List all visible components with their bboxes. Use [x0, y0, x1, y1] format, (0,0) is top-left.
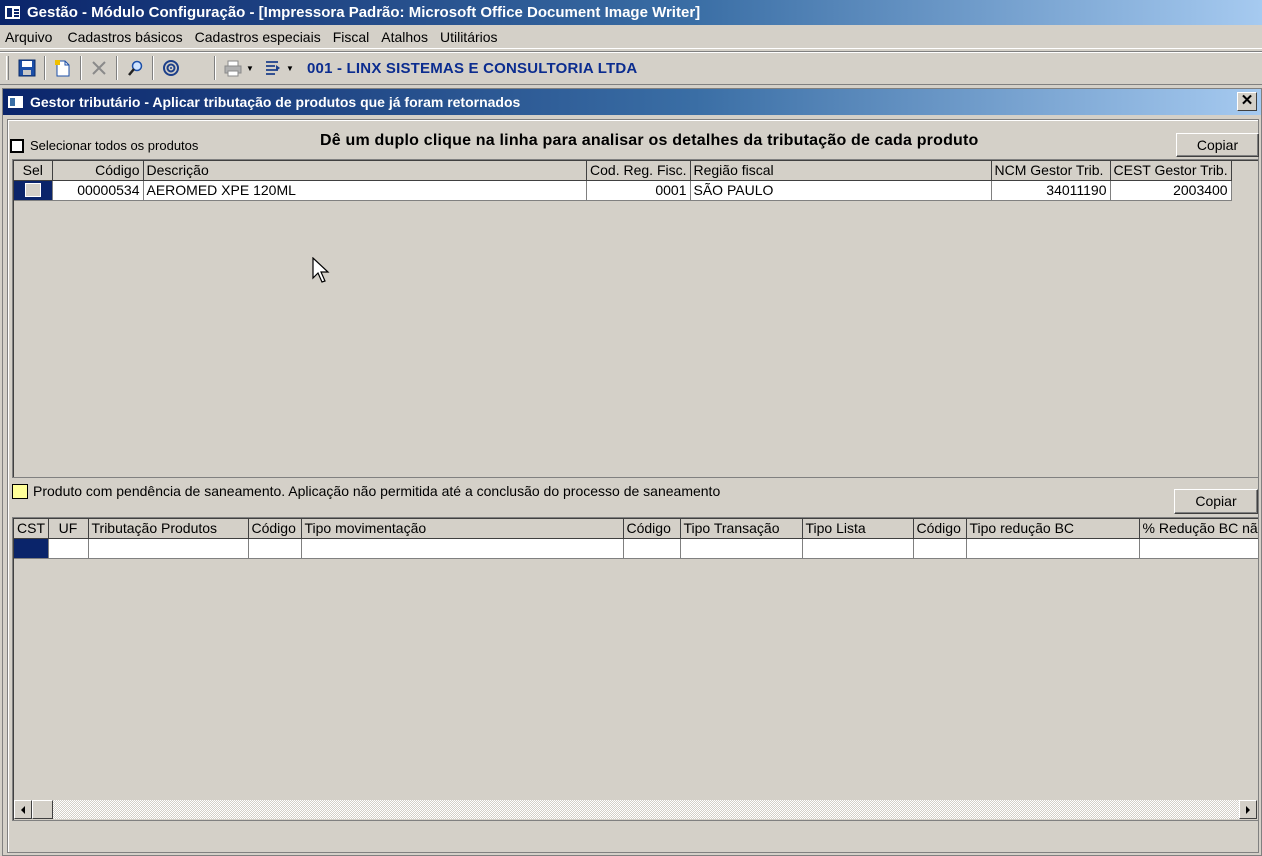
row-select-cell[interactable]	[14, 180, 53, 201]
cell-tipo-transacao[interactable]	[680, 538, 803, 559]
col-ncm[interactable]: NCM Gestor Trib.	[991, 161, 1111, 181]
search-button[interactable]	[123, 56, 147, 80]
col-tipo-transacao[interactable]: Tipo Transação	[680, 519, 803, 539]
copy-button-bottom[interactable]: Copiar	[1174, 489, 1258, 514]
app-icon	[4, 5, 21, 20]
new-document-icon	[55, 60, 70, 77]
menu-bar: Arquivo Cadastros básicos Cadastros espe…	[0, 25, 1262, 49]
legend: Produto com pendência de saneamento. Apl…	[12, 483, 720, 499]
cell-cod-reg-fisc[interactable]: 0001	[586, 180, 691, 201]
select-all-checkbox[interactable]	[10, 138, 24, 153]
print-button[interactable]	[221, 56, 245, 80]
cell-codigo[interactable]: 00000534	[52, 180, 144, 201]
col-uf[interactable]: UF	[48, 519, 89, 539]
mouse-cursor-icon	[312, 257, 330, 283]
products-table: Sel Código Descrição Cod. Reg. Fisc. Reg…	[14, 161, 1232, 201]
delete-button[interactable]	[87, 56, 111, 80]
arrow-left-icon	[21, 805, 25, 814]
col-tipo-movimentacao[interactable]: Tipo movimentação	[301, 519, 624, 539]
col-cod-reg-fisc[interactable]: Cod. Reg. Fisc.	[586, 161, 691, 181]
app-title-bar[interactable]: Gestão - Módulo Configuração - [Impresso…	[0, 0, 1262, 25]
col-sel[interactable]: Sel	[14, 161, 53, 181]
col-codigo-2[interactable]: Código	[623, 519, 681, 539]
export-icon	[266, 61, 280, 75]
cell-tributacao-produtos[interactable]	[88, 538, 249, 559]
toolbar: ▼ ▼ 001 - LINX SISTEMAS E CONSULTORIA LT…	[0, 51, 1262, 85]
col-tipo-lista[interactable]: Tipo Lista	[802, 519, 914, 539]
instruction-text: Dê um duplo clique na linha para analisa…	[320, 132, 979, 149]
col-codigo-1[interactable]: Código	[248, 519, 302, 539]
form-icon	[7, 95, 24, 109]
menu-cadastros-basicos[interactable]: Cadastros básicos	[61, 25, 188, 49]
target-button[interactable]	[159, 56, 183, 80]
col-regiao-fiscal[interactable]: Região fiscal	[690, 161, 992, 181]
table-row[interactable]	[14, 538, 1258, 559]
cell-tipo-movimentacao[interactable]	[301, 538, 624, 559]
close-button[interactable]: ✕	[1237, 92, 1257, 111]
arrow-right-icon	[1246, 805, 1250, 814]
horizontal-scrollbar[interactable]	[14, 800, 1257, 819]
scroll-left-button[interactable]	[14, 800, 32, 819]
col-pct-reducao-bc[interactable]: % Redução BC não	[1139, 519, 1258, 539]
scroll-right-button[interactable]	[1239, 800, 1257, 819]
col-descricao[interactable]: Descrição	[143, 161, 587, 181]
cell-descricao[interactable]: AEROMED XPE 120ML	[143, 180, 587, 201]
products-grid[interactable]: Sel Código Descrição Cod. Reg. Fisc. Reg…	[12, 159, 1259, 478]
table-row[interactable]: 00000534 AEROMED XPE 120ML 0001 SÃO PAUL…	[14, 180, 1232, 201]
col-tipo-reducao-bc[interactable]: Tipo redução BC	[966, 519, 1140, 539]
toolbar-separator	[116, 56, 118, 80]
col-cst[interactable]: CST	[14, 519, 49, 539]
taxation-details-grid[interactable]: CST UF Tributação Produtos Código Tipo m…	[12, 517, 1259, 821]
toolbar-separator	[152, 56, 154, 80]
col-codigo[interactable]: Código	[52, 161, 144, 181]
menu-cadastros-especiais[interactable]: Cadastros especiais	[189, 25, 327, 49]
taxation-table: CST UF Tributação Produtos Código Tipo m…	[14, 519, 1258, 559]
col-codigo-3[interactable]: Código	[913, 519, 967, 539]
cell-regiao-fiscal[interactable]: SÃO PAULO	[690, 180, 992, 201]
cell-codigo-2[interactable]	[623, 538, 681, 559]
select-all-products[interactable]: Selecionar todos os produtos	[10, 138, 198, 153]
print-icon	[224, 60, 242, 77]
toolbar-separator	[80, 56, 82, 80]
window-title: Gestão - Módulo Configuração - [Impresso…	[27, 4, 701, 21]
save-icon	[18, 59, 36, 77]
legend-color-swatch	[12, 483, 28, 499]
cell-codigo-1[interactable]	[248, 538, 302, 559]
company-name: 001 - LINX SISTEMAS E CONSULTORIA LTDA	[307, 59, 638, 77]
col-cest[interactable]: CEST Gestor Trib.	[1110, 161, 1232, 181]
cell-tipo-reducao-bc[interactable]	[966, 538, 1140, 559]
new-button[interactable]	[51, 56, 75, 80]
taxation-header-row: CST UF Tributação Produtos Código Tipo m…	[14, 519, 1258, 539]
cell-ncm[interactable]: 34011190	[991, 180, 1111, 201]
export-button[interactable]	[261, 56, 285, 80]
cell-codigo-3[interactable]	[913, 538, 967, 559]
target-icon	[163, 60, 179, 76]
delete-icon	[92, 61, 106, 75]
toolbar-grip[interactable]	[6, 56, 9, 80]
cell-pct-reducao-bc[interactable]	[1139, 538, 1258, 559]
cell-cest[interactable]: 2003400	[1110, 180, 1232, 201]
cell-uf[interactable]	[48, 538, 89, 559]
menu-fiscal[interactable]: Fiscal	[327, 25, 376, 49]
scroll-thumb[interactable]	[32, 800, 53, 819]
menu-utilitarios[interactable]: Utilitários	[434, 25, 504, 49]
search-icon	[128, 60, 143, 76]
menu-atalhos[interactable]: Atalhos	[375, 25, 434, 49]
menu-arquivo[interactable]: Arquivo	[0, 25, 61, 49]
select-all-label: Selecionar todos os produtos	[30, 138, 199, 153]
cell-tipo-lista[interactable]	[802, 538, 914, 559]
copy-button-top[interactable]: Copiar	[1176, 133, 1259, 157]
toolbar-separator	[214, 56, 216, 80]
legend-text: Produto com pendência de saneamento. Apl…	[33, 483, 721, 499]
col-tributacao-produtos[interactable]: Tributação Produtos	[88, 519, 249, 539]
child-window-title: Gestor tributário - Aplicar tributação d…	[30, 94, 521, 110]
save-button[interactable]	[15, 56, 39, 80]
export-dropdown-arrow[interactable]: ▼	[285, 56, 295, 80]
toolbar-separator	[44, 56, 46, 80]
products-header-row: Sel Código Descrição Cod. Reg. Fisc. Reg…	[14, 161, 1232, 181]
child-title-bar[interactable]: Gestor tributário - Aplicar tributação d…	[3, 89, 1261, 115]
row-checkbox[interactable]	[24, 183, 41, 197]
print-dropdown-arrow[interactable]: ▼	[245, 56, 255, 80]
cell-cst[interactable]	[14, 538, 49, 559]
